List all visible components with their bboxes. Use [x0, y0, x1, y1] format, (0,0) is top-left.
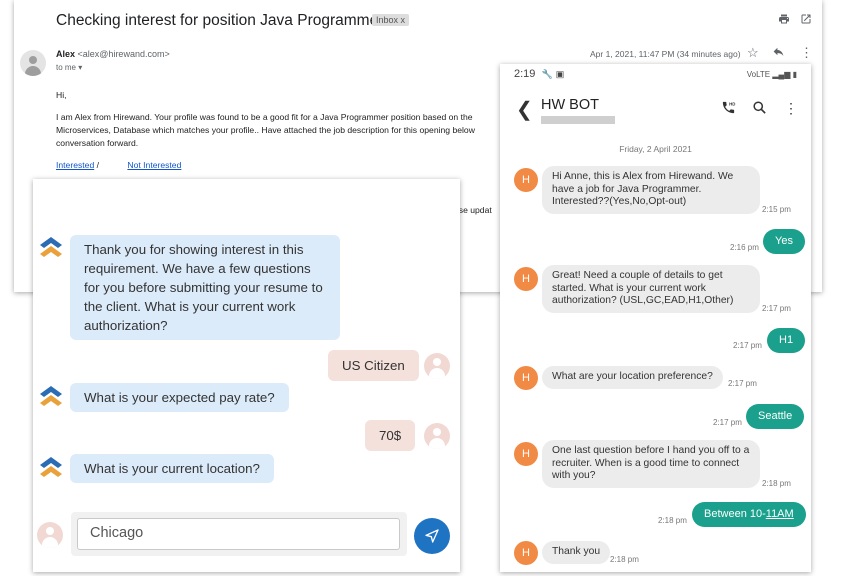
email-body: Hi, I am Alex from Hirewand. Your profil…	[56, 89, 516, 150]
date-divider: Friday, 2 April 2021	[619, 144, 692, 154]
email-greeting: Hi,	[56, 90, 67, 100]
outgoing-message: Between 10-11AM	[692, 502, 806, 527]
svg-text:HD: HD	[729, 102, 735, 107]
contact-name: HW BOT	[541, 97, 599, 113]
more-vert-icon[interactable]: ⋮	[784, 100, 798, 117]
message-time: 2:18 pm	[658, 516, 687, 525]
message-time: 2:15 pm	[762, 205, 791, 214]
email-body-line: I am Alex from Hirewand. Your profile wa…	[56, 112, 473, 122]
wrench-icon: 🔧	[541, 69, 553, 79]
message-time: 2:18 pm	[762, 479, 791, 488]
email-links: Interested / Not Interested	[56, 160, 181, 170]
open-new-window-icon[interactable]	[800, 13, 812, 28]
sim-icon: ▣	[555, 69, 565, 79]
email-date: Apr 1, 2021, 11:47 PM (34 minutes ago)	[590, 49, 741, 59]
signal-icon: ▂▄▆	[772, 70, 791, 79]
bot-logo-icon	[40, 457, 62, 477]
status-time: 2:19 🔧 ▣	[514, 68, 564, 80]
contact-avatar: H	[514, 168, 538, 192]
contact-avatar: H	[514, 267, 538, 291]
bot-message: Thank you for showing interest in this r…	[70, 235, 340, 340]
back-arrow-icon[interactable]: ❮	[516, 97, 533, 122]
chat-input-area: Chicago	[71, 512, 407, 556]
email-body-line: conversation forward.	[56, 138, 139, 148]
email-subject: Checking interest for position Java Prog…	[56, 12, 384, 29]
bot-logo-icon	[40, 237, 62, 257]
bot-message: What is your expected pay rate?	[70, 383, 289, 412]
sms-app-window: 2:19 🔧 ▣ VoLTE ▂▄▆ ▮ ❮ HW BOT HD ⋮ Frida…	[500, 64, 811, 572]
print-icon[interactable]	[778, 13, 790, 28]
battery-icon: ▮	[792, 70, 797, 79]
contact-avatar: H	[514, 366, 538, 390]
message-time: 2:17 pm	[728, 379, 757, 388]
inbox-label-badge[interactable]: Inbox x	[372, 14, 410, 26]
message-time: 2:17 pm	[762, 304, 791, 313]
incoming-message: What are your location preference?	[542, 366, 723, 389]
more-vert-icon[interactable]: ⋮	[800, 45, 813, 61]
web-chat-window: Thank you for showing interest in this r…	[33, 179, 460, 572]
reply-icon[interactable]	[772, 45, 785, 61]
send-button[interactable]	[414, 518, 450, 554]
message-time: 2:17 pm	[733, 341, 762, 350]
send-icon	[425, 529, 439, 543]
contact-avatar: H	[514, 442, 538, 466]
message-time: 2:17 pm	[713, 418, 742, 427]
email-body-line: Microservices, Database which matches yo…	[56, 125, 475, 135]
user-message: 70$	[365, 420, 416, 451]
chevron-down-icon: ▾	[78, 63, 83, 72]
contact-number-redacted	[541, 116, 615, 124]
incoming-message: One last question before I hand you off …	[542, 440, 760, 488]
hd-call-icon[interactable]: HD	[721, 100, 736, 118]
user-avatar-icon	[37, 522, 63, 548]
incoming-message: Hi Anne, this is Alex from Hirewand. We …	[542, 166, 760, 214]
user-avatar-icon	[424, 353, 450, 379]
outgoing-message: Yes	[763, 229, 805, 254]
star-icon[interactable]: ☆	[747, 45, 759, 61]
recipient-label: to me	[56, 63, 77, 72]
user-avatar-icon	[424, 423, 450, 449]
message-text: Between 10-	[704, 508, 766, 520]
chat-input[interactable]: Chicago	[77, 518, 400, 550]
message-time: 2:16 pm	[730, 243, 759, 252]
sender-name: Alex	[56, 49, 76, 59]
search-icon[interactable]	[752, 100, 767, 118]
incoming-message: Thank you	[542, 541, 611, 564]
link-separator: /	[96, 160, 99, 170]
sender-line: Alex <alex@hirewand.com>	[56, 49, 170, 59]
sender-email: <alex@hirewand.com>	[77, 49, 170, 59]
bot-logo-icon	[40, 386, 62, 406]
incoming-message: Great! Need a couple of details to get s…	[542, 265, 760, 313]
user-message: US Citizen	[328, 350, 419, 381]
sender-avatar	[20, 50, 46, 76]
interested-link[interactable]: Interested	[56, 160, 94, 170]
contact-avatar: H	[514, 541, 538, 565]
message-time: 2:18 pm	[610, 555, 639, 564]
status-clock: 2:19	[514, 68, 536, 80]
outgoing-message: H1	[767, 328, 806, 353]
time-link[interactable]: 11AM	[766, 508, 794, 520]
recipient-dropdown[interactable]: to me ▾	[56, 63, 82, 72]
status-indicators: VoLTE ▂▄▆ ▮	[747, 70, 797, 79]
bot-message: What is your current location?	[70, 454, 274, 483]
network-label: VoLTE	[746, 70, 771, 79]
outgoing-message: Seattle	[746, 404, 805, 429]
not-interested-link[interactable]: Not Interested	[127, 160, 181, 170]
